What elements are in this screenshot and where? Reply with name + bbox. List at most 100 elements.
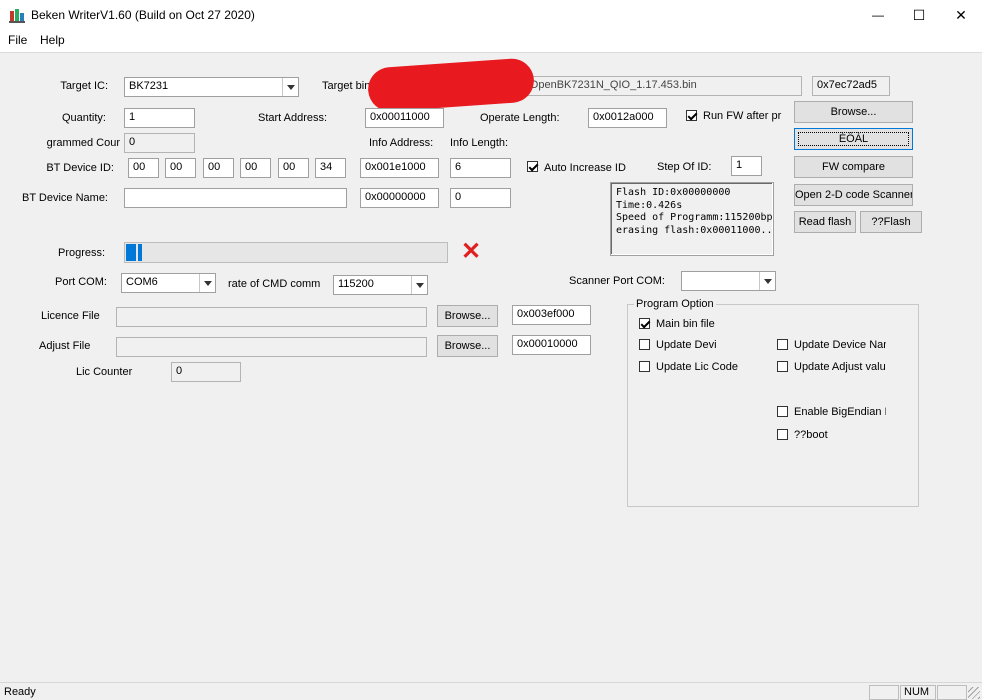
start-address-field[interactable]: 0x00011000 — [365, 108, 444, 128]
programmed-count-label: grammed Cour — [46, 137, 120, 149]
menu-bar: File Help — [0, 30, 982, 52]
enable-bigendian-checkbox[interactable] — [777, 406, 788, 417]
start-address-label: Start Address: — [258, 112, 328, 124]
resize-grip-icon[interactable] — [968, 687, 980, 699]
chevron-down-icon — [759, 272, 775, 290]
update-device-name-checkbox[interactable] — [777, 339, 788, 350]
menu-help[interactable]: Help — [40, 33, 65, 47]
update-lic-code-checkbox[interactable] — [639, 361, 650, 372]
bt-device-id-label: BT Device ID: — [46, 162, 114, 174]
name-address-field[interactable]: 0x00000000 — [360, 188, 439, 208]
status-num-indicator: NUM — [900, 685, 936, 700]
name-length-field[interactable]: 0 — [450, 188, 511, 208]
cmd-rate-select[interactable]: 115200 — [333, 275, 428, 295]
window-title: Beken WriterV1.60 (Build on Oct 27 2020) — [31, 8, 255, 22]
bt-id-field-3[interactable]: 00 — [203, 158, 234, 178]
qq-boot-label: ??boot — [794, 429, 828, 441]
info-length-field[interactable]: 6 — [450, 158, 511, 178]
adjust-file-field[interactable] — [116, 337, 427, 357]
quantity-field[interactable]: 1 — [124, 108, 195, 128]
minimize-icon: — — [872, 8, 884, 22]
target-bin-path-text: ads\OpenBK7231N_QIO_1.17.453.bin — [509, 79, 697, 91]
status-pane-empty — [869, 685, 899, 700]
main-bin-label: Main bin file — [656, 318, 715, 330]
scanner-port-label: Scanner Port COM: — [569, 275, 665, 287]
status-bar: Ready NUM — [0, 682, 982, 700]
target-ic-select[interactable]: BK7231 — [124, 77, 299, 97]
run-fw-checkbox[interactable] — [686, 110, 697, 121]
program-option-title: Program Option — [634, 298, 716, 310]
flash-info-box: Flash ID:0x00000000 Time:0.426s Speed of… — [610, 182, 774, 256]
chevron-down-icon — [199, 274, 215, 292]
browse-bin-button[interactable]: Browse... — [794, 101, 913, 123]
status-pane-empty-2 — [937, 685, 967, 700]
target-ic-label: Target IC: — [60, 80, 108, 92]
port-com-value: COM6 — [126, 276, 158, 288]
bt-device-name-field[interactable] — [124, 188, 347, 208]
run-fw-label: Run FW after pr — [703, 110, 782, 122]
update-adjust-label: Update Adjust valu — [794, 361, 886, 373]
progress-label: Progress: — [58, 247, 106, 259]
fw-compare-button[interactable]: FW compare — [794, 156, 913, 178]
open-scanner-button[interactable]: Open 2-D code Scanner — [794, 184, 913, 206]
auto-increase-checkbox[interactable] — [527, 161, 538, 172]
maximize-button[interactable]: ☐ — [898, 0, 940, 30]
port-com-select[interactable]: COM6 — [121, 273, 216, 293]
main-bin-checkbox[interactable] — [639, 318, 650, 329]
licence-address-field[interactable]: 0x003ef000 — [512, 305, 591, 325]
operate-length-field[interactable]: 0x0012a000 — [588, 108, 667, 128]
adjust-file-label: Adjust File — [39, 340, 91, 352]
update-devi-label: Update Devi — [656, 339, 717, 351]
redaction-mark — [366, 57, 536, 113]
update-adjust-checkbox[interactable] — [777, 361, 788, 372]
update-lic-code-label: Update Lic Code — [656, 361, 738, 373]
auto-increase-label: Auto Increase ID — [544, 162, 626, 174]
chevron-down-icon — [282, 78, 298, 96]
step-of-id-field[interactable]: 1 — [731, 156, 762, 176]
browse-licence-button[interactable]: Browse... — [437, 305, 498, 327]
cmd-rate-value: 115200 — [338, 278, 374, 290]
lic-counter-field: 0 — [171, 362, 241, 382]
quantity-label: Quantity: — [61, 112, 106, 124]
enable-bigendian-label: Enable BigEndian II — [794, 406, 886, 418]
eoal-button[interactable]: ÈÖÀL — [794, 128, 913, 150]
status-text: Ready — [4, 686, 36, 698]
licence-file-field[interactable] — [116, 307, 427, 327]
checksum-field: 0x7ec72ad5 — [812, 76, 890, 96]
progress-bar — [124, 242, 448, 263]
progress-fill — [126, 244, 142, 261]
target-ic-value: BK7231 — [129, 80, 169, 92]
app-icon — [9, 7, 25, 23]
bt-id-field-6[interactable]: 34 — [315, 158, 346, 178]
main-panel: Target IC: BK7231 Target bin ads\OpenBK7… — [0, 52, 982, 682]
bt-id-field-4[interactable]: 00 — [240, 158, 271, 178]
update-devi-checkbox[interactable] — [639, 339, 650, 350]
qq-boot-checkbox[interactable] — [777, 429, 788, 440]
menu-file[interactable]: File — [8, 33, 27, 47]
target-bin-label: Target bin — [322, 80, 371, 92]
info-length-label: Info Length: — [450, 137, 509, 149]
close-button[interactable]: ✕ — [940, 0, 982, 30]
lic-counter-label: Lic Counter — [76, 366, 133, 378]
licence-file-label: Licence File — [41, 310, 100, 322]
port-com-label: Port COM: — [55, 276, 107, 288]
qq-flash-button[interactable]: ??Flash — [860, 211, 922, 233]
adjust-address-field[interactable]: 0x00010000 — [512, 335, 591, 355]
programmed-count-field: 0 — [124, 133, 195, 153]
bt-id-field-1[interactable]: 00 — [128, 158, 159, 178]
minimize-button[interactable]: — — [858, 0, 898, 30]
browse-adjust-button[interactable]: Browse... — [437, 335, 498, 357]
title-bar: Beken WriterV1.60 (Build on Oct 27 2020)… — [0, 0, 982, 30]
bt-device-name-label: BT Device Name: — [22, 192, 108, 204]
bt-id-field-5[interactable]: 00 — [278, 158, 309, 178]
update-device-name-label: Update Device Nam — [794, 339, 886, 351]
read-flash-button[interactable]: Read flash — [794, 211, 856, 233]
scanner-port-select[interactable] — [681, 271, 776, 291]
cmd-rate-label: rate of CMD comm — [228, 278, 321, 290]
info-address-label: Info Address: — [369, 137, 434, 149]
close-icon: ✕ — [955, 7, 967, 23]
cancel-icon[interactable]: ✕ — [461, 239, 481, 265]
info-address-field[interactable]: 0x001e1000 — [360, 158, 439, 178]
bt-id-field-2[interactable]: 00 — [165, 158, 196, 178]
maximize-icon: ☐ — [912, 7, 926, 23]
